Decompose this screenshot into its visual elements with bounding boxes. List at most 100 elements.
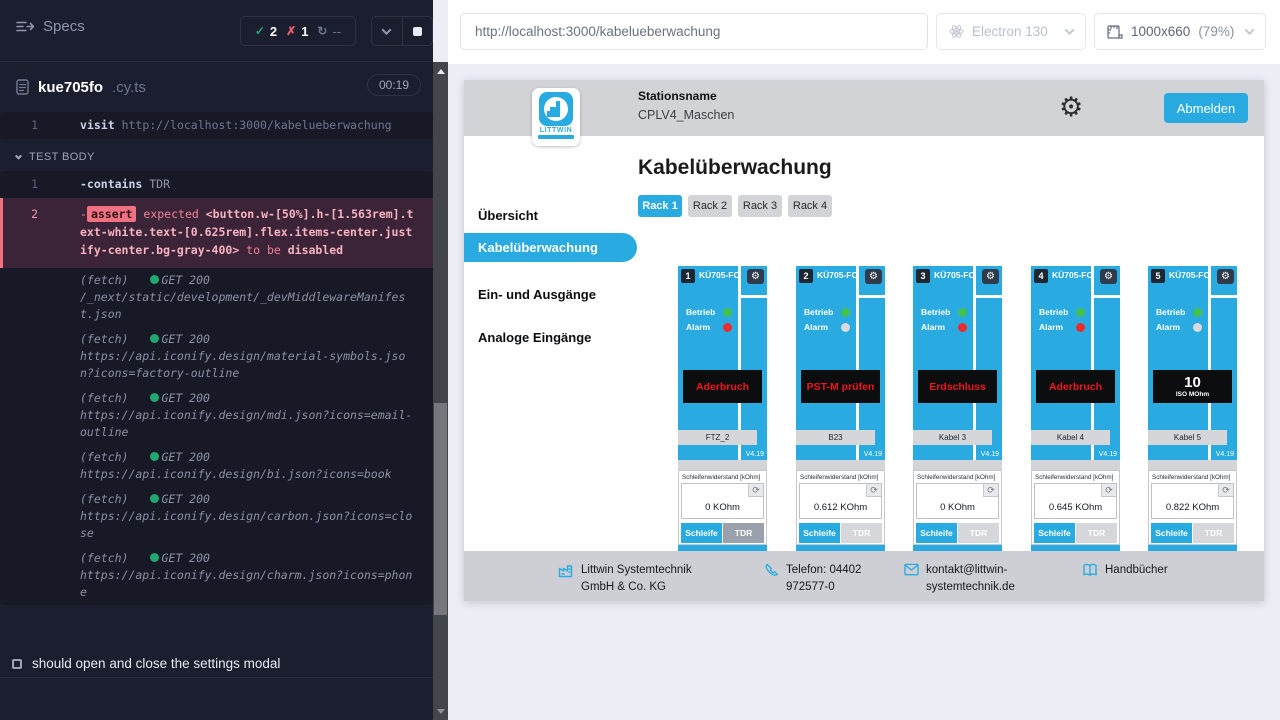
tdr-button[interactable]: TDR: [723, 523, 764, 543]
card-spacer: [1031, 460, 1120, 470]
gear-icon: ⚙: [1104, 272, 1113, 282]
device-card: 3 KÜ705-FO ⚙ Betrieb Alarm Erdschluss Ka…: [913, 266, 1002, 551]
page-title: Kabelüberwachung: [638, 156, 832, 180]
alarm-led: [841, 323, 850, 332]
fetch-tag: (fetch): [80, 273, 128, 287]
nav-item-label: Übersicht: [478, 208, 538, 223]
url-input[interactable]: [460, 13, 928, 50]
runner-scrollbar[interactable]: [433, 62, 448, 720]
panel-divider: [1208, 295, 1237, 298]
refresh-button[interactable]: ⟳: [1218, 484, 1233, 497]
panel-divider: [973, 295, 1002, 298]
device-settings-button[interactable]: ⚙: [982, 269, 999, 284]
nav-item-label: Analoge Eingänge: [478, 330, 591, 345]
device-settings-button[interactable]: ⚙: [865, 269, 882, 284]
collapse-button[interactable]: [372, 17, 402, 45]
viewport-size: 1000x660: [1131, 24, 1190, 39]
browser-select[interactable]: Electron 130: [936, 13, 1086, 50]
littwin-logo: LITTWIN: [532, 88, 580, 146]
firmware-version: V4.19: [981, 451, 999, 458]
next-test-row[interactable]: should open and close the settings modal: [0, 650, 433, 678]
failed-assert-row[interactable]: 2 -assert expected <button.w-[50%].h-[1.…: [0, 198, 433, 268]
betrieb-led: [723, 308, 732, 317]
specs-menu-button[interactable]: Specs: [16, 18, 85, 35]
schleife-button[interactable]: Schleife: [681, 523, 722, 543]
scrollbar-thumb[interactable]: [434, 403, 447, 615]
firmware-version: V4.19: [1099, 451, 1117, 458]
chevron-down-icon: [1245, 25, 1255, 35]
loop-resistance-section: Schleifenwiderstand [kOhm] ⟳ 0.645 KOhm …: [1031, 470, 1120, 545]
device-number: 4: [1034, 269, 1048, 283]
fetch-log-row[interactable]: (fetch)GET 200 https://api.iconify.desig…: [0, 546, 433, 605]
cable-name: B23: [796, 430, 875, 445]
status-ok-dot: [150, 393, 159, 402]
rack-tab[interactable]: Rack 3: [738, 195, 782, 217]
footer-manuals-link[interactable]: Handbücher: [1082, 562, 1168, 579]
device-settings-button[interactable]: ⚙: [747, 269, 764, 284]
tdr-button[interactable]: TDR: [841, 523, 882, 543]
tdr-button[interactable]: TDR: [958, 523, 999, 543]
fetch-tag: (fetch): [80, 551, 128, 565]
betrieb-label: Betrieb: [686, 307, 718, 317]
fetch-log-list: (fetch)GET 200 /_next/static/development…: [0, 268, 433, 605]
refresh-button[interactable]: ⟳: [983, 484, 998, 497]
betrieb-label: Betrieb: [921, 307, 953, 317]
device-display: Erdschluss: [918, 370, 997, 403]
schleife-button[interactable]: Schleife: [1151, 523, 1192, 543]
line-number: 1: [22, 117, 38, 134]
fetch-log-row[interactable]: (fetch)GET 200 https://api.iconify.desig…: [0, 445, 433, 487]
device-model: KÜ705-FO: [817, 270, 858, 280]
refresh-button[interactable]: ⟳: [866, 484, 881, 497]
loop-resistance-value: 0 KOhm: [917, 502, 998, 513]
fetch-log-row[interactable]: (fetch)GET 200 https://api.iconify.desig…: [0, 386, 433, 445]
schleife-button[interactable]: Schleife: [799, 523, 840, 543]
test-body-section[interactable]: TEST BODY: [16, 151, 433, 163]
rack-tab[interactable]: Rack 1: [638, 195, 682, 217]
settings-gear-icon[interactable]: ⚙: [1059, 91, 1083, 123]
visit-command-block[interactable]: 1 visit http://localhost:3000/kabelueber…: [0, 112, 433, 139]
betrieb-status: Betrieb: [686, 307, 732, 317]
specs-list-icon: [16, 20, 34, 33]
device-settings-button[interactable]: ⚙: [1100, 269, 1117, 284]
sidebar-nav-item[interactable]: Analoge Eingänge: [464, 323, 637, 351]
fetch-log-row[interactable]: (fetch)GET 200 https://api.iconify.desig…: [0, 487, 433, 546]
refresh-button[interactable]: ⟳: [748, 484, 763, 497]
fetch-log-row[interactable]: (fetch)GET 200 /_next/static/development…: [0, 268, 433, 327]
spec-file-row[interactable]: kue705fo.cy.ts 00:19: [0, 62, 433, 112]
stop-button[interactable]: [402, 17, 433, 45]
scroll-up-arrow[interactable]: [433, 64, 448, 78]
schleife-button[interactable]: Schleife: [916, 523, 957, 543]
viewport-size-select[interactable]: 1000x660 (79%): [1094, 13, 1266, 50]
sidebar-nav-item[interactable]: Kabelüberwachung: [464, 233, 637, 262]
panel-divider: [856, 295, 885, 298]
refresh-icon: ↻: [317, 24, 327, 38]
rack-tab[interactable]: Rack 2: [688, 195, 732, 217]
email-icon: [904, 563, 919, 576]
tdr-button[interactable]: TDR: [1076, 523, 1117, 543]
logout-button[interactable]: Abmelden: [1164, 93, 1248, 123]
refresh-button[interactable]: ⟳: [1101, 484, 1116, 497]
sidebar-nav-item[interactable]: Übersicht: [464, 201, 637, 229]
device-settings-button[interactable]: ⚙: [1217, 269, 1234, 284]
device-number: 1: [681, 269, 695, 283]
loop-resistance-box: ⟳ 0.645 KOhm: [1034, 483, 1117, 519]
fetch-url: https://api.iconify.design/mdi.json?icon…: [80, 407, 417, 441]
fetch-log-row[interactable]: (fetch)GET 200 https://api.iconify.desig…: [0, 327, 433, 386]
app-sidebar: Übersicht Kabelüberwachung Ein- und Ausg…: [464, 136, 620, 551]
alarm-label: Alarm: [686, 322, 718, 332]
alarm-label: Alarm: [804, 322, 836, 332]
rack-tab[interactable]: Rack 4: [788, 195, 832, 217]
loop-resistance-box: ⟳ 0 KOhm: [681, 483, 764, 519]
loop-resistance-label: Schleifenwiderstand [kOhm]: [682, 474, 764, 481]
fetch-method-status: GET 200: [161, 551, 209, 565]
sidebar-nav-item[interactable]: Ein- und Ausgänge: [464, 280, 637, 308]
device-card: 5 KÜ705-FO ⚙ Betrieb Alarm 10 ISO MOhm K…: [1148, 266, 1237, 551]
assert-badge: assert: [87, 206, 137, 222]
logo-subtitle-bar: [538, 135, 574, 139]
contains-command-row[interactable]: 1 -contains TDR: [0, 171, 433, 198]
loop-resistance-value: 0.612 KOhm: [800, 502, 881, 513]
scroll-down-arrow[interactable]: [433, 704, 448, 718]
betrieb-label: Betrieb: [1156, 307, 1188, 317]
tdr-button[interactable]: TDR: [1193, 523, 1234, 543]
schleife-button[interactable]: Schleife: [1034, 523, 1075, 543]
